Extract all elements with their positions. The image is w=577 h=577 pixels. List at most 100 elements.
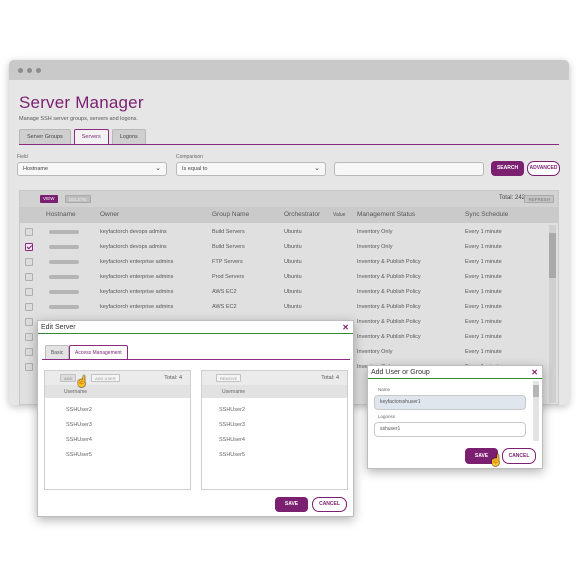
row-checkbox[interactable] — [25, 258, 33, 266]
table-row[interactable]: keyfactorch enterprise admins FTP Servers… — [20, 255, 548, 270]
list-item[interactable]: SSHUser4 — [219, 437, 245, 443]
cell-group-name: Build Servers — [212, 229, 245, 235]
tab-logons[interactable]: Logons — [111, 129, 146, 144]
cell-orchestrator: Ubuntu — [284, 289, 302, 295]
add-user-group-dialog: Add User or Group ✕ Name keyfactorsshuse… — [367, 365, 543, 469]
row-checkbox[interactable] — [25, 363, 33, 371]
field-label: Field — [17, 154, 28, 160]
window-dot-icon[interactable] — [18, 68, 23, 73]
cell-management-status: Inventory & Publish Policy — [357, 274, 421, 280]
view-button[interactable]: VIEW — [40, 195, 58, 203]
edit-server-dialog: Edit Server ✕ Basic Access Management AD… — [37, 320, 354, 517]
cell-sync-schedule: Every 1 minute — [465, 304, 502, 310]
table-header: Hostname Owner Group Name Orchestrator V… — [20, 207, 558, 223]
add-user-button[interactable]: ADD USER — [91, 374, 120, 382]
list-header: Username — [202, 385, 347, 398]
comparison-select-value: Is equal to — [182, 166, 208, 172]
advanced-button[interactable]: ADVANCED — [527, 161, 560, 176]
row-checkbox[interactable] — [25, 303, 33, 311]
search-input[interactable] — [334, 162, 484, 176]
table-toolbar: VIEW DELETE Total: 242 REFRESH — [20, 191, 558, 207]
field-select[interactable]: Hostname ⌄ — [17, 162, 167, 176]
cell-management-status: Inventory Only — [357, 244, 393, 250]
list-item[interactable]: SSHUser3 — [66, 422, 92, 428]
refresh-button[interactable]: REFRESH — [524, 195, 554, 203]
name-field[interactable]: keyfactorsshuser1 — [374, 395, 526, 410]
dialog-scrollbar[interactable] — [533, 381, 539, 441]
cell-orchestrator: Ubuntu — [284, 244, 302, 250]
tab-access-management[interactable]: Access Management — [69, 345, 128, 360]
close-icon[interactable]: ✕ — [531, 366, 538, 379]
list-header: Username — [45, 385, 190, 398]
cell-owner: keyfactorch enterprise admins — [100, 304, 174, 310]
cell-owner: keyfactorch enterprise admins — [100, 259, 174, 265]
hand-cursor-icon: ☝ — [489, 455, 503, 467]
col-hostname[interactable]: Hostname — [46, 211, 76, 218]
chevron-down-icon: ⌄ — [314, 165, 320, 172]
window-titlebar — [9, 60, 569, 80]
add-dialog-title: Add User or Group — [371, 369, 430, 376]
scrollbar-thumb[interactable] — [533, 385, 539, 397]
cancel-button[interactable]: CANCEL — [312, 497, 347, 512]
tab-server-groups[interactable]: Server Groups — [19, 129, 71, 144]
table-scrollbar[interactable] — [549, 225, 556, 403]
cell-owner: keyfactorch devops admins — [100, 229, 167, 235]
remove-button[interactable]: REMOVE — [216, 374, 242, 382]
col-username[interactable]: Username — [222, 389, 245, 395]
list-item[interactable]: SSHUser3 — [219, 422, 245, 428]
cell-management-status: Inventory Only — [357, 349, 393, 355]
tab-basic[interactable]: Basic — [45, 345, 70, 360]
cell-owner: keyfactorch devops admins — [100, 244, 167, 250]
delete-button[interactable]: DELETE — [65, 195, 91, 203]
cell-sync-schedule: Every 1 minute — [465, 244, 502, 250]
window-dot-icon[interactable] — [27, 68, 32, 73]
list-item[interactable]: SSHUser2 — [219, 407, 245, 413]
col-owner[interactable]: Owner — [100, 211, 119, 218]
row-checkbox[interactable] — [25, 228, 33, 236]
list-total: Total: 4 — [164, 375, 182, 381]
list-toolbar: ADD ADD USER Total: 4 — [45, 371, 190, 385]
row-checkbox[interactable] — [25, 318, 33, 326]
cell-management-status: Inventory Only — [357, 229, 393, 235]
col-management-status[interactable]: Management Status — [357, 211, 415, 218]
edit-dialog-header: Edit Server ✕ — [38, 321, 353, 334]
logon-field[interactable]: sshuser1 — [374, 422, 526, 437]
table-row[interactable]: keyfactorch enterprise admins AWS EC2 Ubun… — [20, 285, 548, 300]
row-checkbox[interactable] — [25, 243, 33, 251]
list-item[interactable]: SSHUser5 — [219, 452, 245, 458]
hostname-placeholder — [49, 260, 79, 264]
col-username[interactable]: Username — [64, 389, 87, 395]
cell-orchestrator: Ubuntu — [284, 304, 302, 310]
col-sync-schedule[interactable]: Sync Schedule — [465, 211, 508, 218]
save-button[interactable]: SAVE — [275, 497, 308, 512]
row-checkbox[interactable] — [25, 333, 33, 341]
cell-group-name: Build Servers — [212, 244, 245, 250]
list-total: Total: 4 — [321, 375, 339, 381]
list-item[interactable]: SSHUser4 — [66, 437, 92, 443]
table-row[interactable]: keyfactorch devops admins Build Servers Ub… — [20, 225, 548, 240]
tab-servers[interactable]: Servers — [73, 129, 109, 144]
cell-group-name: Prod Servers — [212, 274, 245, 280]
col-orchestrator[interactable]: Orchestrator — [284, 211, 320, 218]
comparison-select[interactable]: Is equal to ⌄ — [176, 162, 326, 176]
col-group-name[interactable]: Group Name — [212, 211, 249, 218]
scrollbar-thumb[interactable] — [549, 233, 556, 278]
comparison-label: Comparison — [176, 154, 203, 160]
window-dot-icon[interactable] — [36, 68, 41, 73]
row-checkbox[interactable] — [25, 273, 33, 281]
row-checkbox[interactable] — [25, 348, 33, 356]
col-value[interactable]: Value — [333, 212, 345, 218]
cell-sync-schedule: Every 1 minute — [465, 274, 502, 280]
row-checkbox[interactable] — [25, 288, 33, 296]
list-item[interactable]: SSHUser5 — [66, 452, 92, 458]
add-cancel-button[interactable]: CANCEL — [502, 448, 536, 464]
table-row[interactable]: keyfactorch devops admins Build Servers Ub… — [20, 240, 548, 255]
search-button[interactable]: SEARCH — [491, 161, 524, 176]
add-button[interactable]: ADD — [60, 374, 77, 382]
close-icon[interactable]: ✕ — [342, 321, 349, 334]
list-item[interactable]: SSHUser2 — [66, 407, 92, 413]
table-row[interactable]: keyfactorch enterprise admins Prod Server… — [20, 270, 548, 285]
table-row[interactable]: keyfactorch enterprise admins AWS EC2 Ubun… — [20, 300, 548, 315]
tab-divider — [42, 359, 350, 360]
total-count: Total: 242 — [498, 195, 525, 201]
